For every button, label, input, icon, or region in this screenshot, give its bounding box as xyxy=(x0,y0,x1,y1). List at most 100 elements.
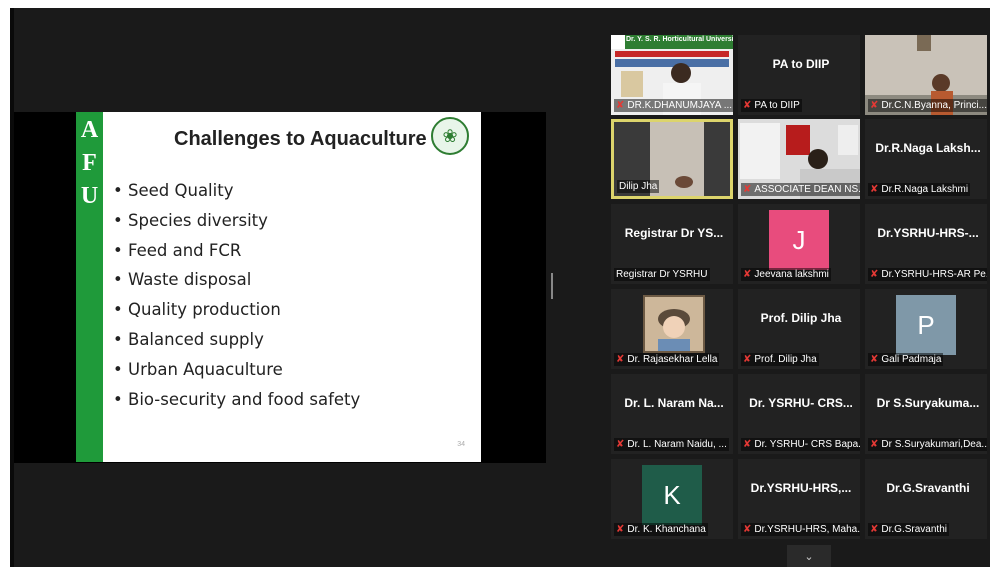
participant-label: ✘ Prof. Dilip Jha xyxy=(741,353,819,366)
participant-label: ✘ PA to DIIP xyxy=(741,99,802,112)
participant-tile[interactable]: Prof. Dilip Jha ✘ Prof. Dilip Jha xyxy=(738,289,860,369)
mic-off-icon: ✘ xyxy=(743,354,752,365)
participant-tile[interactable]: Dr. L. Naram Na... ✘ Dr. L. Naram Naidu, .… xyxy=(611,374,733,454)
participant-display-name: PA to DIIP xyxy=(772,57,830,71)
participant-tile[interactable]: J ✘ Jeevana lakshmi xyxy=(738,204,860,284)
mic-off-icon: ✘ xyxy=(870,524,879,535)
bullet-item: Bio-security and food safety xyxy=(113,385,360,415)
mic-off-icon: ✘ xyxy=(870,439,879,450)
participant-label: ✘ Jeevana lakshmi xyxy=(741,268,831,281)
participant-tile[interactable]: Dr. Y. S. R. Horticultural University ✘ DR… xyxy=(611,35,733,115)
participant-name-label: Jeevana lakshmi xyxy=(754,269,829,280)
mic-off-icon: ✘ xyxy=(870,184,879,195)
participant-label: ✘ Dr S.Suryakumari,Dea... xyxy=(868,438,987,451)
participant-label: ✘ Dr. L. Naram Naidu, ... xyxy=(614,438,729,451)
mic-off-icon: ✘ xyxy=(743,100,752,111)
participant-label: ✘ Dr. K. Khanchana xyxy=(614,523,708,536)
participant-name-label: ASSOCIATE DEAN NS... xyxy=(754,184,860,195)
mic-off-icon: ✘ xyxy=(870,354,879,365)
participant-display-name: Dr. L. Naram Na... xyxy=(624,396,724,410)
participant-tile[interactable]: K ✘ Dr. K. Khanchana xyxy=(611,459,733,539)
bullet-item: Urban Aquaculture xyxy=(113,355,360,385)
participant-name-label: Dilip Jha xyxy=(619,181,658,192)
participant-label: Dilip Jha xyxy=(617,180,660,193)
participant-tile[interactable]: ✘ ASSOCIATE DEAN NS... xyxy=(738,119,860,199)
participant-tile[interactable]: Dr.YSRHU-HRS,... ✘ Dr.YSRHU-HRS, Maha... xyxy=(738,459,860,539)
participant-avatar: J xyxy=(769,210,829,270)
participant-name-label: Prof. Dilip Jha xyxy=(754,354,817,365)
side-letter: F xyxy=(82,150,97,176)
participant-tile[interactable]: Dr.G.Sravanthi ✘ Dr.G.Sravanthi xyxy=(865,459,987,539)
mic-off-icon: ✘ xyxy=(743,269,752,280)
participant-name-label: Dr. Rajasekhar Lella xyxy=(627,354,718,365)
participant-label: Registrar Dr YSRHU xyxy=(614,268,710,281)
participant-name-label: DR.K.DHANUMJAYA ... xyxy=(627,100,733,111)
mic-off-icon: ✘ xyxy=(616,524,625,535)
mic-off-icon: ✘ xyxy=(616,439,625,450)
presentation-slide: A F U Challenges to Aquaculture ❀ Seed Q… xyxy=(76,112,481,462)
mic-off-icon: ✘ xyxy=(870,269,879,280)
video-banner-text: Dr. Y. S. R. Horticultural University xyxy=(626,36,733,43)
chevron-down-icon: ⌄ xyxy=(804,550,814,563)
participant-label: ✘ Dr.C.N.Byanna, Princi... xyxy=(868,99,987,112)
participant-tile[interactable]: PA to DIIP ✘ PA to DIIP xyxy=(738,35,860,115)
participant-name-label: Registrar Dr YSRHU xyxy=(616,269,708,280)
mic-off-icon: ✘ xyxy=(616,354,625,365)
bullet-list: Seed Quality Species diversity Feed and … xyxy=(113,176,360,414)
participant-tile[interactable]: ✘ Dr.C.N.Byanna, Princi... xyxy=(865,35,987,115)
participant-tile[interactable]: Dr. YSRHU- CRS... ✘ Dr. YSRHU- CRS Bapa... xyxy=(738,374,860,454)
side-letter: A xyxy=(80,117,99,143)
participant-name-label: Dr.C.N.Byanna, Princi... xyxy=(881,100,987,111)
participant-name-label: Dr. K. Khanchana xyxy=(627,524,706,535)
slide-title: Challenges to Aquaculture xyxy=(174,128,427,150)
participant-display-name: Dr. YSRHU- CRS... xyxy=(749,396,853,410)
participant-name-label: PA to DIIP xyxy=(754,100,800,111)
participant-label: ✘ Dr. Rajasekhar Lella xyxy=(614,353,720,366)
mic-off-icon: ✘ xyxy=(743,524,752,535)
next-page-button[interactable]: ⌄ xyxy=(787,545,831,567)
slide-page-number: 34 xyxy=(457,441,465,448)
bullet-item: Seed Quality xyxy=(113,176,360,206)
participant-label: ✘ Dr.R.Naga Lakshmi xyxy=(868,183,971,196)
participant-tile[interactable]: P ✘ Gali Padmaja xyxy=(865,289,987,369)
meeting-window: A F U Challenges to Aquaculture ❀ Seed Q… xyxy=(10,8,990,567)
mic-off-icon: ✘ xyxy=(616,100,625,111)
participant-tile[interactable]: Dr.YSRHU-HRS-... ✘ Dr.YSRHU-HRS-AR Pe... xyxy=(865,204,987,284)
participant-display-name: Dr.R.Naga Laksh... xyxy=(875,141,981,155)
bullet-item: Quality production xyxy=(113,295,360,325)
bullet-item: Waste disposal xyxy=(113,265,360,295)
split-divider-handle[interactable] xyxy=(551,273,553,299)
participant-avatar: P xyxy=(896,295,956,355)
university-logo-icon: ❀ xyxy=(431,117,469,155)
participant-avatar: K xyxy=(642,465,702,525)
participant-tile[interactable]: ✘ Dr. Rajasekhar Lella xyxy=(611,289,733,369)
participant-label: ✘ Dr.YSRHU-HRS, Maha... xyxy=(741,523,860,536)
participant-label: ✘ Dr.YSRHU-HRS-AR Pe... xyxy=(868,268,987,281)
participant-name-label: Dr.R.Naga Lakshmi xyxy=(881,184,969,195)
profile-photo xyxy=(643,295,705,353)
participant-display-name: Prof. Dilip Jha xyxy=(760,311,842,325)
participant-name-label: Gali Padmaja xyxy=(881,354,942,365)
participant-tile[interactable]: Registrar Dr YS... Registrar Dr YSRHU xyxy=(611,204,733,284)
mic-off-icon: ✘ xyxy=(743,184,752,195)
participant-tile[interactable]: Dilip Jha xyxy=(611,119,733,199)
participant-label: ✘ DR.K.DHANUMJAYA ... xyxy=(614,99,733,112)
bullet-item: Balanced supply xyxy=(113,325,360,355)
mic-off-icon: ✘ xyxy=(870,100,879,111)
participant-tile[interactable]: Dr.R.Naga Laksh... ✘ Dr.R.Naga Lakshmi xyxy=(865,119,987,199)
participant-name-label: Dr.G.Sravanthi xyxy=(881,524,947,535)
participant-label: ✘ Dr.G.Sravanthi xyxy=(868,523,949,536)
participant-tile[interactable]: Dr S.Suryakuma... ✘ Dr S.Suryakumari,Dea..… xyxy=(865,374,987,454)
participant-name-label: Dr. L. Naram Naidu, ... xyxy=(627,439,727,450)
participant-display-name: Dr.YSRHU-HRS-... xyxy=(877,226,979,240)
mic-off-icon: ✘ xyxy=(743,439,752,450)
bullet-item: Feed and FCR xyxy=(113,236,360,266)
participant-display-name: Dr.G.Sravanthi xyxy=(886,481,970,495)
participant-label: ✘ ASSOCIATE DEAN NS... xyxy=(741,183,860,196)
participant-label: ✘ Dr. YSRHU- CRS Bapa... xyxy=(741,438,860,451)
participant-name-label: Dr. YSRHU- CRS Bapa... xyxy=(754,439,860,450)
participant-display-name: Dr.YSRHU-HRS,... xyxy=(750,481,852,495)
afu-side-bar: A F U xyxy=(76,112,103,462)
participant-name-label: Dr.YSRHU-HRS, Maha... xyxy=(754,524,860,535)
participant-name-label: Dr.YSRHU-HRS-AR Pe... xyxy=(881,269,987,280)
